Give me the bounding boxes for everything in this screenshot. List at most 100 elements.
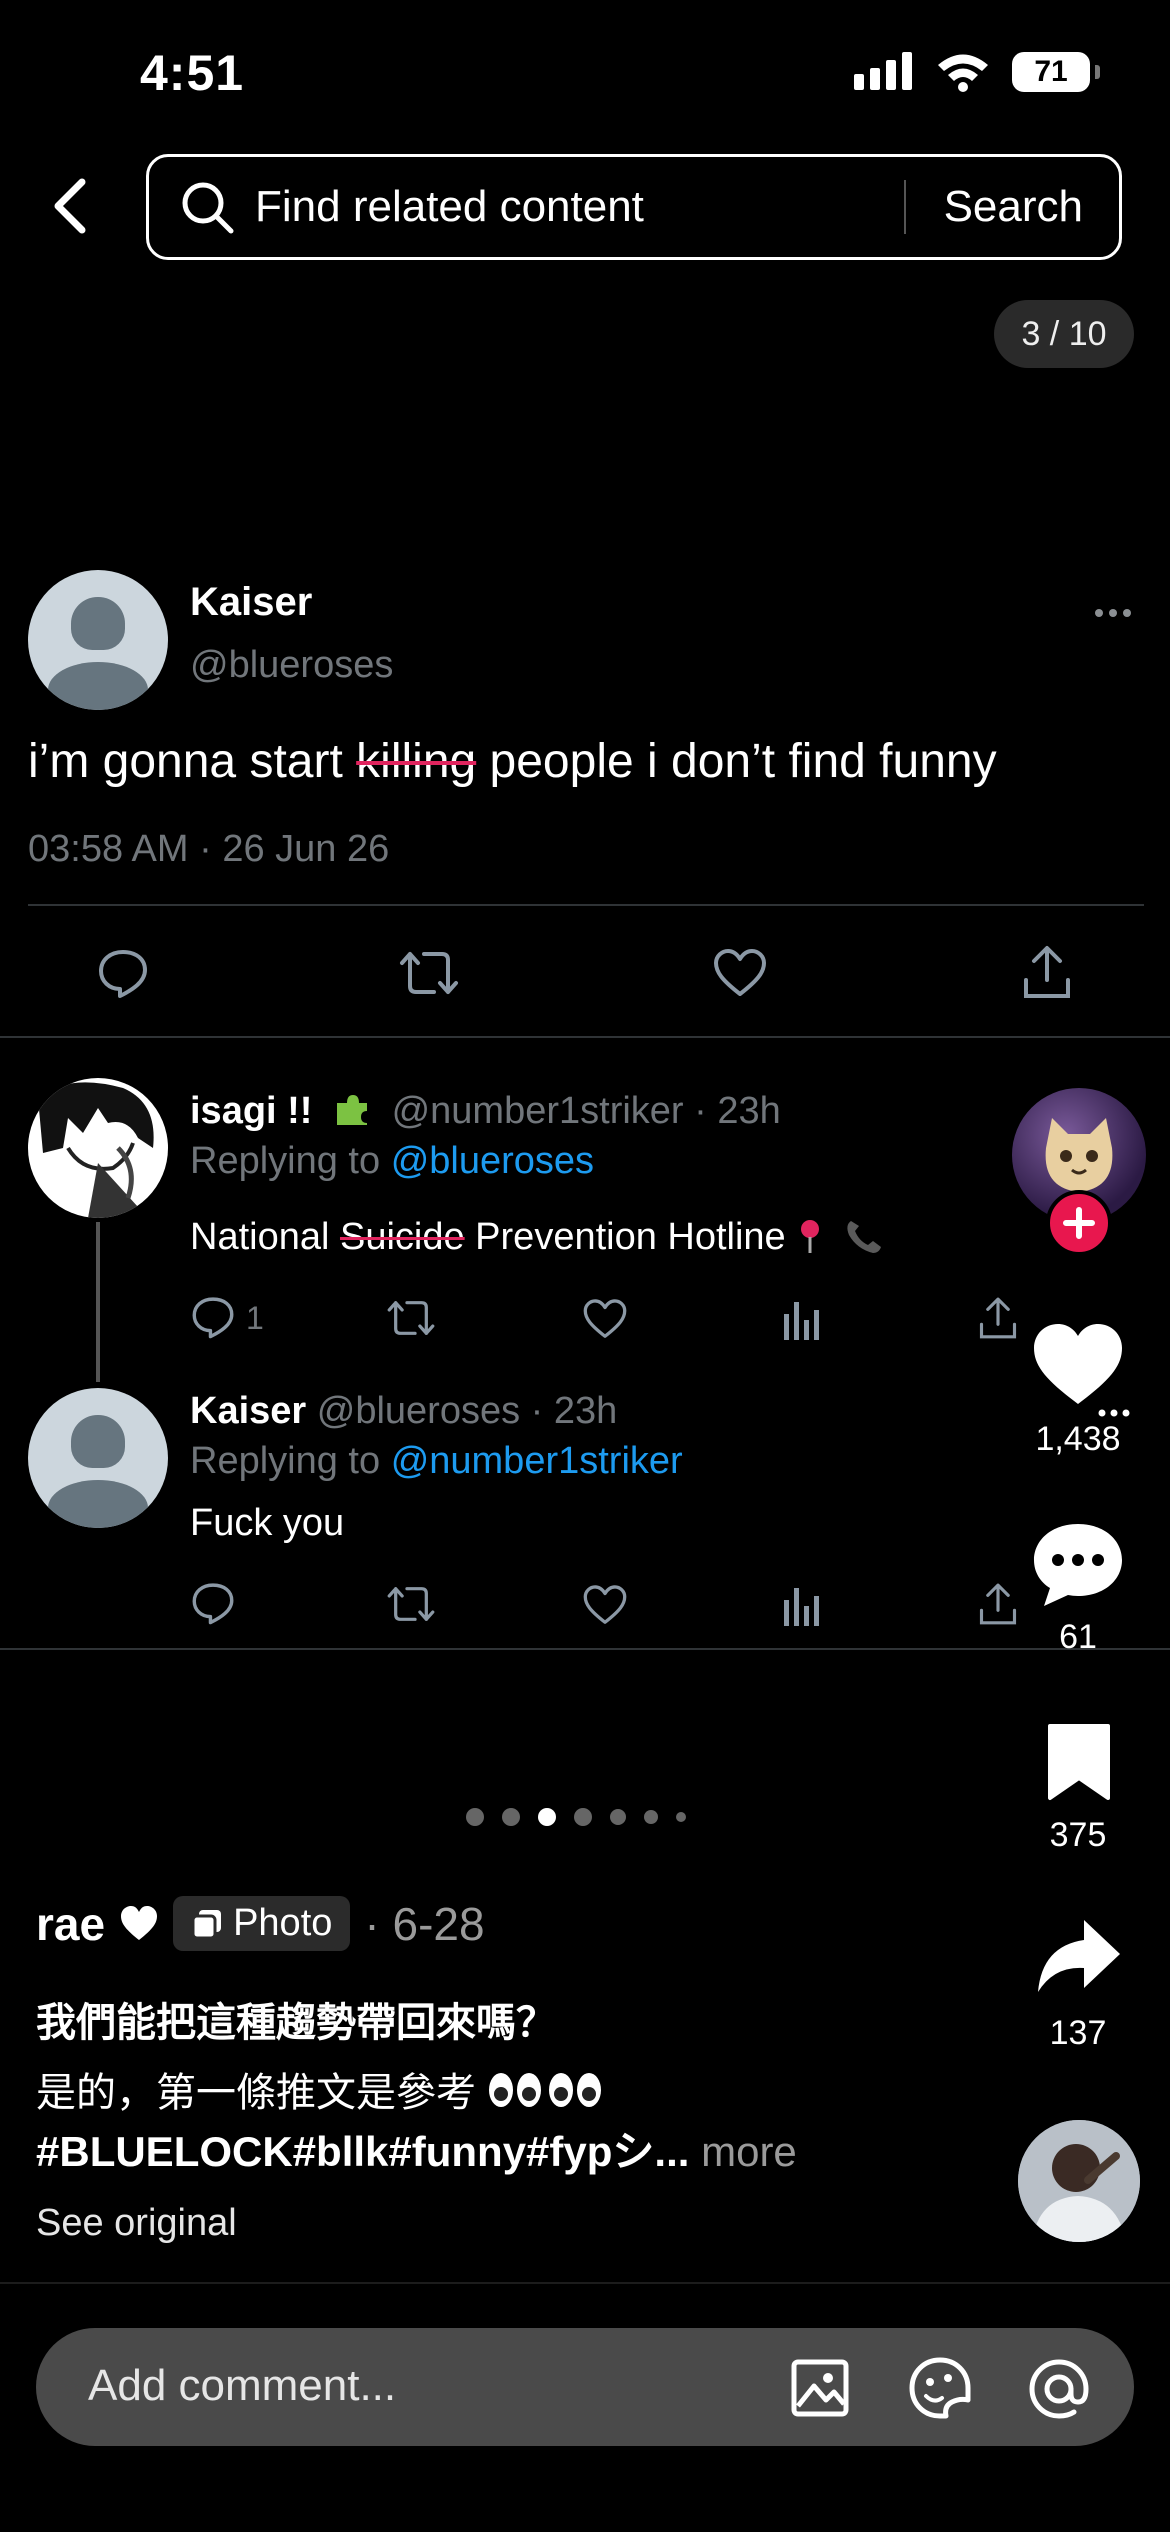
image-page-counter: 3 / 10	[994, 300, 1134, 368]
photo-chip: Photo	[173, 1896, 351, 1951]
reply-1-text-end: Prevention Hotline	[464, 1216, 786, 1258]
caption-author[interactable]: rae	[36, 1897, 105, 1951]
divider	[0, 1036, 1170, 1038]
anime-avatar-image	[38, 1082, 154, 1218]
retweet-icon[interactable]	[398, 946, 460, 1000]
caption-header: rae Photo · 6-28	[36, 1896, 485, 1951]
more-options-icon	[1095, 609, 1131, 617]
reply-2-avatar	[28, 1388, 168, 1528]
plus-icon	[1063, 1207, 1095, 1239]
like-icon[interactable]	[582, 1298, 628, 1340]
reply-2-replying-to: Replying to @number1striker	[190, 1440, 683, 1483]
tweet-author-handle: @blueroses	[190, 644, 394, 686]
like-icon[interactable]	[582, 1584, 628, 1626]
search-button[interactable]: Search	[906, 182, 1119, 232]
reply-2-text: Fuck you	[190, 1502, 345, 1544]
tweet-author-avatar	[28, 570, 168, 710]
replying-to-link[interactable]: @blueroses	[391, 1140, 594, 1182]
person-photo	[1018, 2120, 1140, 2242]
reply-icon[interactable]	[190, 1294, 236, 1340]
thread-connector-line	[96, 1222, 100, 1382]
see-original-link[interactable]: See original	[36, 2202, 237, 2245]
retweet-icon[interactable]	[386, 1296, 436, 1340]
caption-body-text: 是的，第一條推文是參考	[36, 2071, 476, 2115]
status-icons: 71	[854, 52, 1100, 92]
tweet-text-start: i’m gonna start	[28, 735, 357, 788]
sticker-emoji-icon[interactable]	[908, 2356, 972, 2420]
divider	[0, 1648, 1170, 1650]
retweet-icon[interactable]	[386, 1582, 436, 1626]
caption-title: 我們能把這種趨勢帶回來嗎？	[36, 2001, 556, 2045]
carousel-dot	[610, 1809, 626, 1825]
analytics-icon[interactable]	[782, 1298, 822, 1340]
reply-icon[interactable]	[96, 946, 150, 1000]
replying-to-label: Replying to	[190, 1440, 381, 1482]
share-icon[interactable]	[1022, 944, 1072, 1000]
reply-1-header: isagi !! @number1striker · 23h	[190, 1090, 781, 1133]
photo-chip-label: Photo	[233, 1902, 333, 1944]
carousel-dot	[574, 1808, 592, 1826]
like-heart-icon[interactable]	[1030, 1322, 1126, 1408]
reply-2-name: Kaiser	[190, 1390, 307, 1432]
carousel-dot-active	[538, 1808, 556, 1826]
replying-to-label: Replying to	[190, 1140, 381, 1182]
like-count: 1,438	[1035, 1420, 1121, 1458]
tweet-timestamp: 03:58 AM · 26 Jun 26	[28, 828, 390, 870]
heart-decoration-icon	[121, 1905, 158, 1940]
reply-1-handle: @number1striker · 23h	[391, 1090, 781, 1132]
save-count: 375	[1049, 1816, 1107, 1854]
phone-icon	[847, 1221, 881, 1253]
search-icon	[182, 182, 234, 234]
tweet-text-struck: killing	[356, 735, 477, 788]
carousel-dot	[644, 1810, 658, 1824]
comment-input[interactable]: Add comment...	[88, 2361, 396, 2411]
status-time: 4:51	[140, 45, 245, 101]
reply-1-text: National Suicide Prevention Hotline	[190, 1216, 883, 1259]
cellular-signal-icon	[854, 52, 912, 90]
analytics-icon[interactable]	[782, 1584, 822, 1626]
caption-date: · 6-28	[364, 1897, 485, 1950]
follow-button[interactable]	[1046, 1190, 1112, 1256]
carousel-dot	[502, 1808, 520, 1826]
reply-1-name: isagi !!	[190, 1090, 313, 1132]
mention-icon[interactable]	[1026, 2356, 1092, 2422]
comment-bubble-icon[interactable]	[1030, 1520, 1126, 1610]
search-input[interactable]: Find related content	[255, 182, 904, 232]
tweet-author-name: Kaiser	[190, 580, 313, 624]
carousel-indicator	[466, 1808, 686, 1826]
search-bar[interactable]: Find related content Search	[146, 154, 1122, 260]
wifi-icon	[938, 54, 988, 92]
caption-more-link[interactable]: more	[701, 2128, 797, 2175]
reply-icon[interactable]	[190, 1580, 236, 1626]
share-arrow-icon[interactable]	[1034, 1916, 1122, 1996]
puzzle-icon	[333, 1093, 371, 1127]
back-button[interactable]	[40, 170, 100, 242]
battery-indicator: 71	[1012, 52, 1100, 92]
comment-bar[interactable]: Add comment...	[36, 2328, 1134, 2446]
bookmark-icon[interactable]	[1046, 1722, 1112, 1802]
divider	[0, 2282, 1170, 2284]
reply-1-text-struck: Suicide	[339, 1216, 465, 1258]
share-count: 137	[1049, 2014, 1107, 2052]
replying-to-link[interactable]: @number1striker	[391, 1440, 683, 1482]
image-attach-icon[interactable]	[790, 2358, 850, 2418]
reply-1-replying-to: Replying to @blueroses	[190, 1140, 594, 1183]
photo-icon	[191, 1909, 222, 1939]
reply-1-reply-count: 1	[246, 1300, 264, 1336]
share-icon[interactable]	[978, 1296, 1018, 1340]
carousel-dot	[466, 1808, 484, 1826]
carousel-dot	[676, 1812, 686, 1822]
caption-hashtags[interactable]: #BLUELOCK#bllk#funny#fypシ...	[36, 2128, 689, 2175]
reply-2-header: Kaiser @blueroses · 23h	[190, 1390, 617, 1433]
like-icon[interactable]	[712, 948, 768, 998]
caption-body-line-1: 是的，第一條推文是參考	[36, 2060, 603, 2118]
comment-count: 61	[1059, 1618, 1097, 1656]
eyes-emoji	[487, 2070, 603, 2110]
tweet-text: i’m gonna start killing people i don’t f…	[28, 734, 997, 789]
music-disc-avatar[interactable]	[1018, 2120, 1140, 2242]
tweet-text-end: people i don’t find funny	[476, 735, 997, 788]
reply-2-handle: @blueroses · 23h	[316, 1390, 618, 1432]
pin-icon	[801, 1220, 820, 1253]
overflow-dots-icon[interactable]	[1098, 1408, 1130, 1418]
chevron-left-icon	[54, 178, 86, 234]
